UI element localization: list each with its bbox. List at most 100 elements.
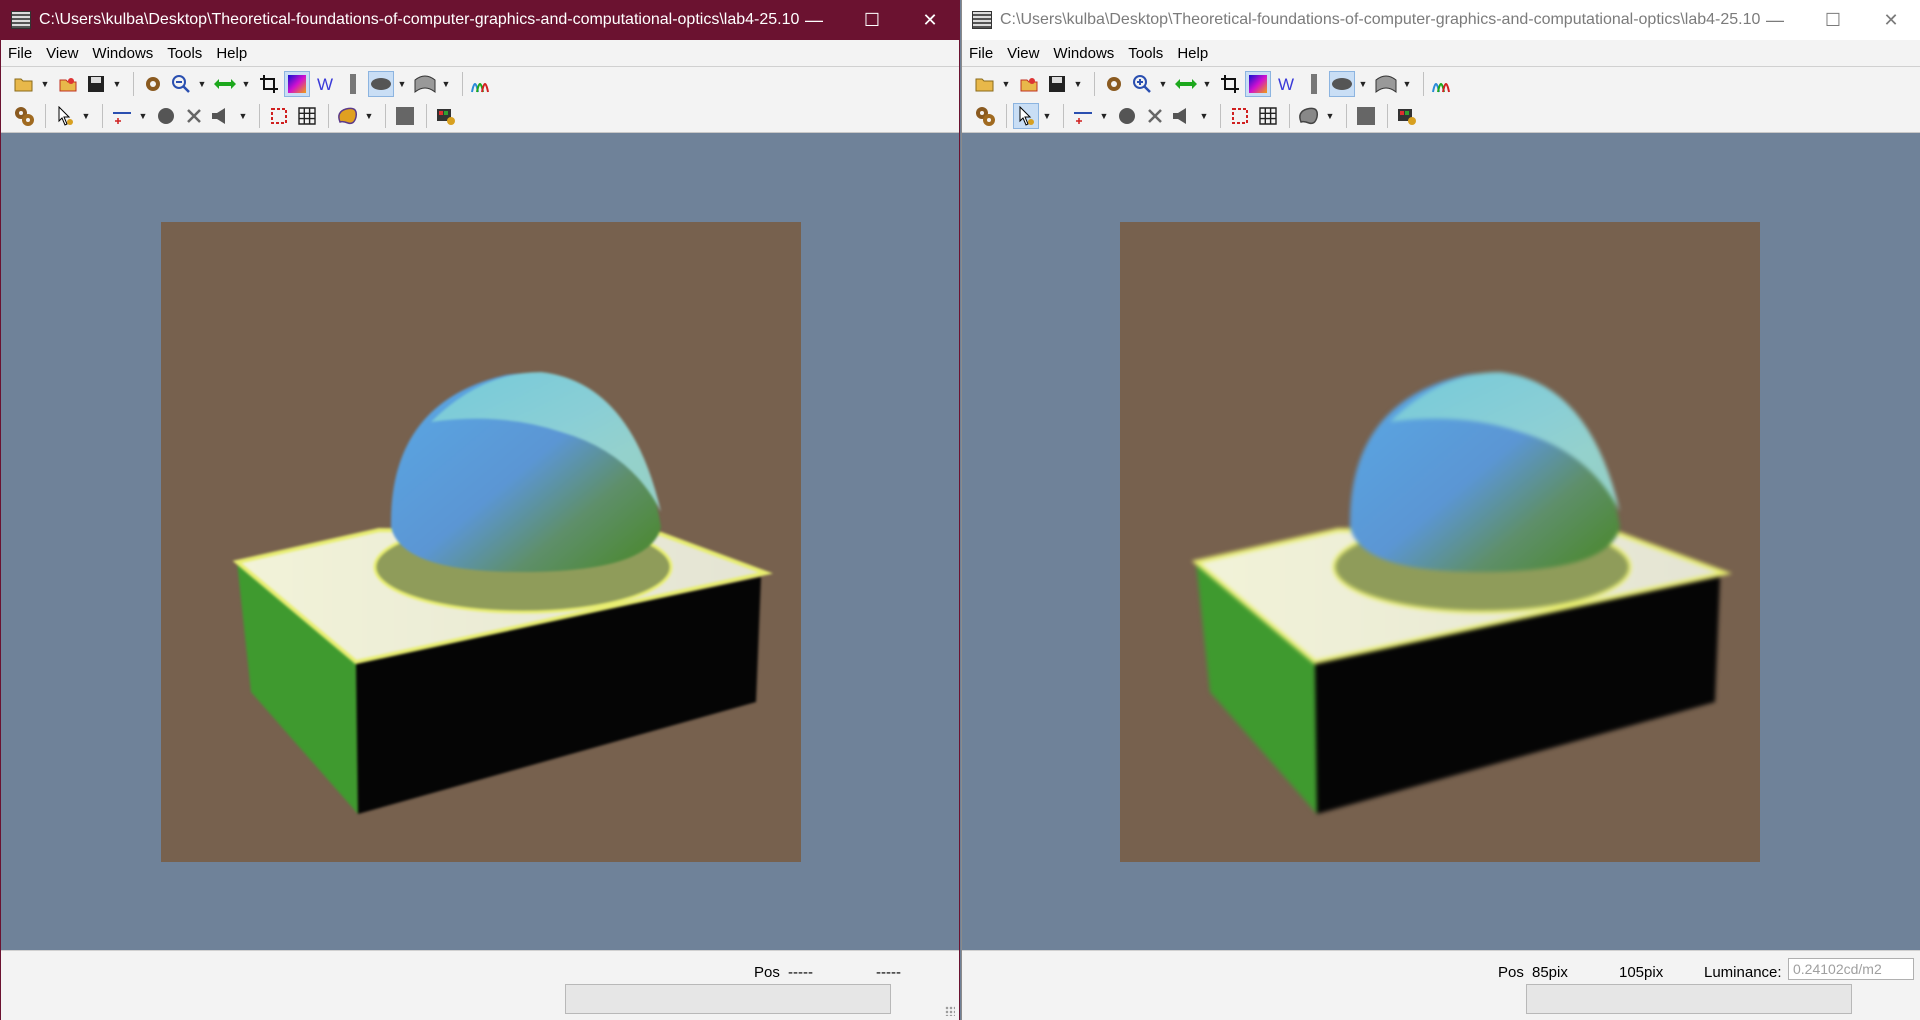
chevron-down-icon[interactable]: ▼ xyxy=(1357,71,1369,97)
render-settings-icon[interactable] xyxy=(433,103,459,129)
crop-icon[interactable] xyxy=(1217,71,1243,97)
zoom-in-icon[interactable] xyxy=(1129,71,1155,97)
spectrum-icon[interactable] xyxy=(1430,71,1456,97)
chevron-down-icon[interactable]: ▼ xyxy=(1098,103,1110,129)
gray-square-icon[interactable] xyxy=(1353,103,1379,129)
spectrum-icon[interactable] xyxy=(469,71,495,97)
progress-bar xyxy=(565,984,891,1014)
grid-icon[interactable] xyxy=(294,103,320,129)
chevron-down-icon[interactable]: ▼ xyxy=(196,71,208,97)
gray-square-icon[interactable] xyxy=(392,103,418,129)
window-title: C:\Users\kulba\Desktop\Theoretical-found… xyxy=(39,11,799,28)
chevron-down-icon[interactable]: ▼ xyxy=(240,71,252,97)
menu-bar: File View Windows Tools Help xyxy=(1,40,959,67)
menu-file[interactable]: File xyxy=(1,45,39,62)
chevron-down-icon[interactable]: ▼ xyxy=(1072,71,1084,97)
minimize-button[interactable]: — xyxy=(1746,0,1804,40)
line-tool-icon[interactable] xyxy=(109,103,135,129)
gray-bar-icon[interactable] xyxy=(1301,71,1327,97)
menu-tools[interactable]: Tools xyxy=(160,45,209,62)
gears-icon[interactable] xyxy=(11,103,37,129)
close-button[interactable]: ✕ xyxy=(1862,0,1920,40)
pointer-icon[interactable] xyxy=(1013,103,1039,129)
resize-grip[interactable] xyxy=(945,1006,955,1016)
chevron-down-icon[interactable]: ▼ xyxy=(363,103,375,129)
image-viewport[interactable] xyxy=(1,135,959,950)
title-bar[interactable]: C:\Users\kulba\Desktop\Theoretical-found… xyxy=(962,0,1920,40)
maximize-button[interactable]: ☐ xyxy=(843,0,901,40)
chevron-down-icon[interactable]: ▼ xyxy=(237,103,249,129)
secondary-toolbar: ▼ ▼ ▼ ▼ xyxy=(1,100,959,133)
open-file-icon[interactable] xyxy=(55,71,81,97)
chevron-down-icon[interactable]: ▼ xyxy=(1157,71,1169,97)
menu-file[interactable]: File xyxy=(962,45,1000,62)
lens-icon[interactable] xyxy=(1329,70,1355,97)
pointer-icon[interactable] xyxy=(52,103,78,129)
rendered-image xyxy=(161,222,801,862)
speaker-icon[interactable] xyxy=(209,103,235,129)
fit-width-icon[interactable] xyxy=(1173,71,1199,97)
save-icon[interactable] xyxy=(83,71,109,97)
chevron-down-icon[interactable]: ▼ xyxy=(137,103,149,129)
gear-icon[interactable] xyxy=(140,71,166,97)
open-folder-icon[interactable] xyxy=(11,71,37,97)
menu-help[interactable]: Help xyxy=(1170,45,1215,62)
menu-windows[interactable]: Windows xyxy=(1046,45,1121,62)
chevron-down-icon[interactable]: ▼ xyxy=(111,71,123,97)
viewer-window-right: C:\Users\kulba\Desktop\Theoretical-found… xyxy=(961,0,1920,1020)
color-map-icon[interactable] xyxy=(284,70,310,97)
close-button[interactable]: ✕ xyxy=(901,0,959,40)
title-bar[interactable]: C:\Users\kulba\Desktop\Theoretical-found… xyxy=(1,0,959,40)
grid-icon[interactable] xyxy=(1255,103,1281,129)
open-file-icon[interactable] xyxy=(1016,71,1042,97)
gray-bar-icon[interactable] xyxy=(340,71,366,97)
menu-view[interactable]: View xyxy=(39,45,85,62)
chevron-down-icon[interactable]: ▼ xyxy=(440,71,452,97)
selection-icon[interactable] xyxy=(1227,103,1253,129)
svg-text:W: W xyxy=(317,75,333,93)
zoom-out-icon[interactable] xyxy=(168,71,194,97)
gears-icon[interactable] xyxy=(972,103,998,129)
chevron-down-icon[interactable]: ▼ xyxy=(396,71,408,97)
chevron-down-icon[interactable]: ▼ xyxy=(1041,103,1053,129)
circle-tool-icon[interactable] xyxy=(153,103,179,129)
circle-tool-icon[interactable] xyxy=(1114,103,1140,129)
blob-icon[interactable] xyxy=(335,103,361,129)
menu-view[interactable]: View xyxy=(1000,45,1046,62)
delete-icon[interactable] xyxy=(181,103,207,129)
menu-tools[interactable]: Tools xyxy=(1121,45,1170,62)
lens-icon[interactable] xyxy=(368,70,394,97)
line-tool-icon[interactable] xyxy=(1070,103,1096,129)
chevron-down-icon[interactable]: ▼ xyxy=(1198,103,1210,129)
color-map-icon[interactable] xyxy=(1245,70,1271,97)
menu-windows[interactable]: Windows xyxy=(85,45,160,62)
blob-icon[interactable] xyxy=(1296,103,1322,129)
chevron-down-icon[interactable]: ▼ xyxy=(1000,71,1012,97)
menu-bar: File View Windows Tools Help xyxy=(962,40,1920,67)
maximize-button[interactable]: ☐ xyxy=(1804,0,1862,40)
chevron-down-icon[interactable]: ▼ xyxy=(80,103,92,129)
crop-icon[interactable] xyxy=(256,71,282,97)
white-balance-icon[interactable]: W xyxy=(1273,71,1299,97)
surface-icon[interactable] xyxy=(1373,71,1399,97)
surface-icon[interactable] xyxy=(412,71,438,97)
speaker-icon[interactable] xyxy=(1170,103,1196,129)
gear-icon[interactable] xyxy=(1101,71,1127,97)
chevron-down-icon[interactable]: ▼ xyxy=(1201,71,1213,97)
image-viewport[interactable] xyxy=(962,135,1920,950)
minimize-button[interactable]: — xyxy=(785,0,843,40)
chevron-down-icon[interactable]: ▼ xyxy=(1324,103,1336,129)
fit-width-icon[interactable] xyxy=(212,71,238,97)
white-balance-icon[interactable]: W xyxy=(312,71,338,97)
delete-icon[interactable] xyxy=(1142,103,1168,129)
menu-help[interactable]: Help xyxy=(209,45,254,62)
save-icon[interactable] xyxy=(1044,71,1070,97)
open-folder-icon[interactable] xyxy=(972,71,998,97)
window-title: C:\Users\kulba\Desktop\Theoretical-found… xyxy=(1000,11,1760,28)
selection-icon[interactable] xyxy=(266,103,292,129)
chevron-down-icon[interactable]: ▼ xyxy=(39,71,51,97)
progress-bar xyxy=(1526,984,1852,1014)
chevron-down-icon[interactable]: ▼ xyxy=(1401,71,1413,97)
viewer-window-left: C:\Users\kulba\Desktop\Theoretical-found… xyxy=(0,0,960,1020)
render-settings-icon[interactable] xyxy=(1394,103,1420,129)
